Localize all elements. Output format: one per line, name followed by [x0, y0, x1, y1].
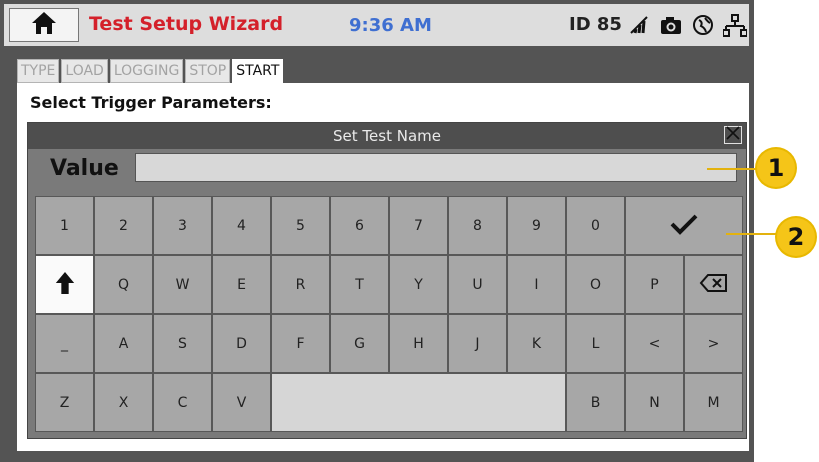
wifi-off-icon [627, 13, 651, 37]
key-9[interactable]: 9 [507, 196, 566, 255]
key-0[interactable]: 0 [566, 196, 625, 255]
key-1[interactable]: 1 [35, 196, 94, 255]
camera-icon [659, 13, 683, 37]
key-O[interactable]: O [566, 255, 625, 314]
key-L[interactable]: L [566, 314, 625, 373]
key-5[interactable]: 5 [271, 196, 330, 255]
tab-logging[interactable]: LOGGING [109, 59, 184, 83]
tab-start[interactable]: START [232, 59, 284, 83]
dialog-title-text: Set Test Name [333, 127, 441, 145]
key-J[interactable]: J [448, 314, 507, 373]
arrow-up-icon [54, 270, 76, 300]
key-S[interactable]: S [153, 314, 212, 373]
home-button[interactable] [9, 8, 79, 42]
key-I[interactable]: I [507, 255, 566, 314]
callout-line-1 [707, 168, 759, 170]
backspace-icon [699, 273, 729, 297]
key-8[interactable]: 8 [448, 196, 507, 255]
clock: 9:36 AM [349, 15, 432, 36]
status-icons [627, 13, 748, 37]
key-N[interactable]: N [625, 373, 684, 432]
key-P[interactable]: P [625, 255, 684, 314]
callout-line-2 [726, 233, 778, 235]
app-title: Test Setup Wizard [89, 13, 284, 35]
value-input[interactable] [135, 153, 737, 182]
close-button[interactable] [724, 126, 742, 144]
close-icon [726, 122, 740, 148]
top-bar: Test Setup Wizard 9:36 AM ID 85 [4, 4, 749, 46]
key-2[interactable]: 2 [94, 196, 153, 255]
enter-key[interactable] [625, 196, 743, 255]
panel-heading: Select Trigger Parameters: [30, 93, 272, 112]
callout-1: 1 [757, 149, 795, 187]
key-Y[interactable]: Y [389, 255, 448, 314]
checkmark-icon [669, 212, 699, 240]
key-H[interactable]: H [389, 314, 448, 373]
device-id: ID 85 [569, 14, 622, 35]
tab-stop[interactable]: STOP [185, 59, 231, 83]
tab-load[interactable]: LOAD [61, 59, 108, 83]
key-B[interactable]: B [566, 373, 625, 432]
key-A[interactable]: A [94, 314, 153, 373]
key-V[interactable]: V [212, 373, 271, 432]
key-D[interactable]: D [212, 314, 271, 373]
key-R[interactable]: R [271, 255, 330, 314]
backspace-key[interactable] [684, 255, 743, 314]
key-underscore[interactable]: _ [35, 314, 94, 373]
key-X[interactable]: X [94, 373, 153, 432]
key-K[interactable]: K [507, 314, 566, 373]
key-6[interactable]: 6 [330, 196, 389, 255]
key-C[interactable]: C [153, 373, 212, 432]
space-key[interactable] [271, 373, 566, 432]
globe-icon [691, 13, 715, 37]
key-W[interactable]: W [153, 255, 212, 314]
key-G[interactable]: G [330, 314, 389, 373]
key-greater-than[interactable]: > [684, 314, 743, 373]
network-icon [722, 13, 748, 37]
key-F[interactable]: F [271, 314, 330, 373]
callout-2: 2 [777, 218, 815, 256]
shift-key[interactable] [35, 255, 94, 314]
key-E[interactable]: E [212, 255, 271, 314]
key-3[interactable]: 3 [153, 196, 212, 255]
key-4[interactable]: 4 [212, 196, 271, 255]
set-test-name-dialog: Set Test Name Value 1234567890 QWERTYUIOP… [27, 122, 747, 439]
key-T[interactable]: T [330, 255, 389, 314]
key-M[interactable]: M [684, 373, 743, 432]
tab-type[interactable]: TYPE [17, 59, 60, 83]
wizard-tabs: TYPE LOAD LOGGING STOP START [17, 59, 285, 83]
key-less-than[interactable]: < [625, 314, 684, 373]
key-U[interactable]: U [448, 255, 507, 314]
key-7[interactable]: 7 [389, 196, 448, 255]
key-Z[interactable]: Z [35, 373, 94, 432]
key-Q[interactable]: Q [94, 255, 153, 314]
dialog-title: Set Test Name [28, 123, 746, 149]
home-icon [31, 11, 57, 39]
value-label: Value [50, 156, 119, 181]
